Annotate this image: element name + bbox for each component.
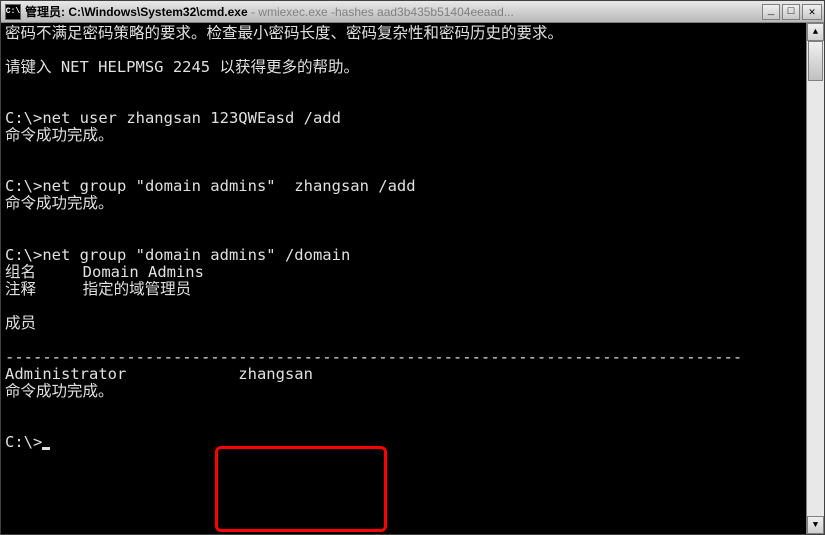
title-prefix: 管理员: xyxy=(25,5,68,19)
terminal-output[interactable]: 密码不满足密码策略的要求。检查最小密码长度、密码复杂性和密码历史的要求。 请键入… xyxy=(1,23,806,534)
window-frame: C:\ 管理员: C:\Windows\System32\cmd.exe - w… xyxy=(0,0,825,535)
scroll-down-button[interactable]: ▼ xyxy=(807,516,824,534)
scroll-up-button[interactable]: ▲ xyxy=(807,23,824,41)
terminal-text: 密码不满足密码策略的要求。检查最小密码长度、密码复杂性和密码历史的要求。 请键入… xyxy=(5,24,742,451)
scroll-thumb[interactable] xyxy=(808,41,823,81)
scrollbar[interactable]: ▲ ▼ xyxy=(806,23,824,534)
titlebar-text: 管理员: C:\Windows\System32\cmd.exe - wmiex… xyxy=(25,3,762,20)
maximize-button[interactable]: □ xyxy=(782,4,800,20)
title-path: C:\Windows\System32\cmd.exe xyxy=(68,5,247,19)
scroll-track[interactable] xyxy=(807,41,824,516)
title-args: - wmiexec.exe -hashes aad3b435b51404eeaa… xyxy=(248,5,514,19)
cmd-icon: C:\ xyxy=(5,4,21,20)
cursor xyxy=(42,447,50,450)
minimize-button[interactable]: _ xyxy=(762,4,780,20)
highlight-box xyxy=(215,446,387,532)
close-button[interactable]: ✕ xyxy=(802,4,822,20)
titlebar[interactable]: C:\ 管理员: C:\Windows\System32\cmd.exe - w… xyxy=(1,1,824,23)
terminal-area: 密码不满足密码策略的要求。检查最小密码长度、密码复杂性和密码历史的要求。 请键入… xyxy=(1,23,824,534)
window-controls: _ □ ✕ xyxy=(762,4,822,20)
